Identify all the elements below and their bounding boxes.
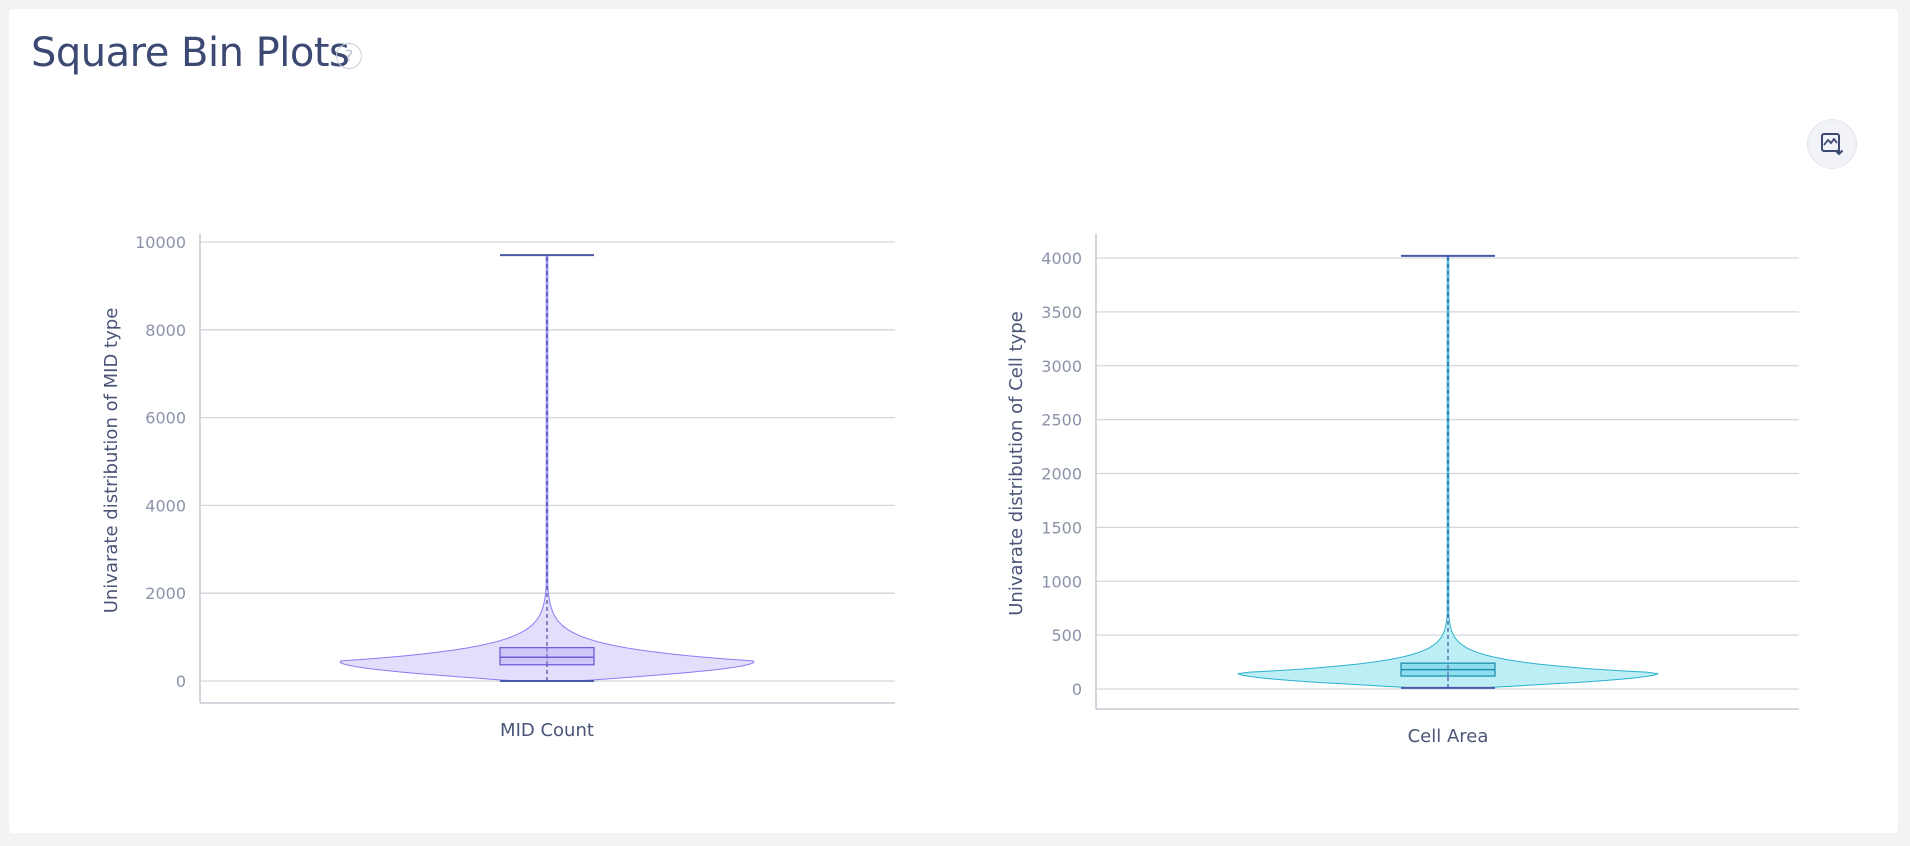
- x-axis-title: MID Count: [500, 720, 594, 741]
- y-axis-title: Univarate distribution of MID type: [101, 308, 122, 614]
- y-tick-label: 2000: [1041, 465, 1082, 484]
- y-tick-label: 2500: [1041, 411, 1082, 430]
- y-tick-label: 1000: [1041, 572, 1082, 591]
- y-tick-label: 3000: [1041, 357, 1082, 376]
- charts-area: 0200040006000800010000Univarate distribu…: [101, 233, 1799, 747]
- y-tick-label: 6000: [145, 409, 186, 428]
- y-tick-label: 3500: [1041, 303, 1082, 322]
- y-tick-label: 8000: [145, 321, 186, 340]
- y-tick-label: 1500: [1041, 518, 1082, 537]
- y-tick-label: 4000: [1041, 249, 1082, 268]
- y-tick-label: 0: [1072, 680, 1082, 699]
- violin-chart-2: 0 500 1000 1500 2000 2500 3000 3500 4000 Univarat…: [1006, 234, 1799, 747]
- y-tick-label: 500: [1051, 626, 1082, 645]
- y-axis-title: Univarate distribution of Cell type: [1006, 311, 1027, 616]
- y-tick-label: 10000: [135, 233, 186, 252]
- y-tick-label: 2000: [145, 584, 186, 603]
- x-axis-title: Cell Area: [1408, 726, 1489, 747]
- violin-chart-1: 0 2000 4000 6000 8000 10000 Univarate distribu…: [101, 233, 895, 741]
- y-tick-label: 0: [176, 672, 186, 691]
- y-tick-label: 4000: [145, 496, 186, 515]
